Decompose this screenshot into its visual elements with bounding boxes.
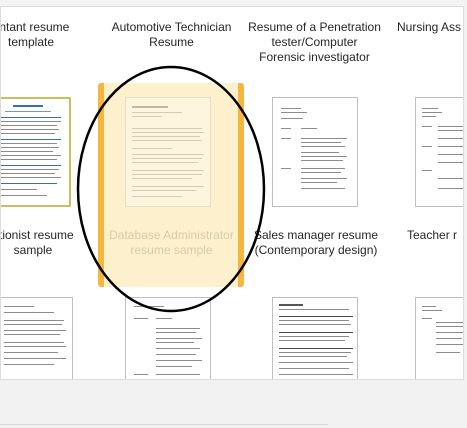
template-gallery: untant resume template Automotive Techni… <box>0 6 464 380</box>
divider <box>0 424 328 425</box>
annotation-ellipse <box>76 65 266 313</box>
